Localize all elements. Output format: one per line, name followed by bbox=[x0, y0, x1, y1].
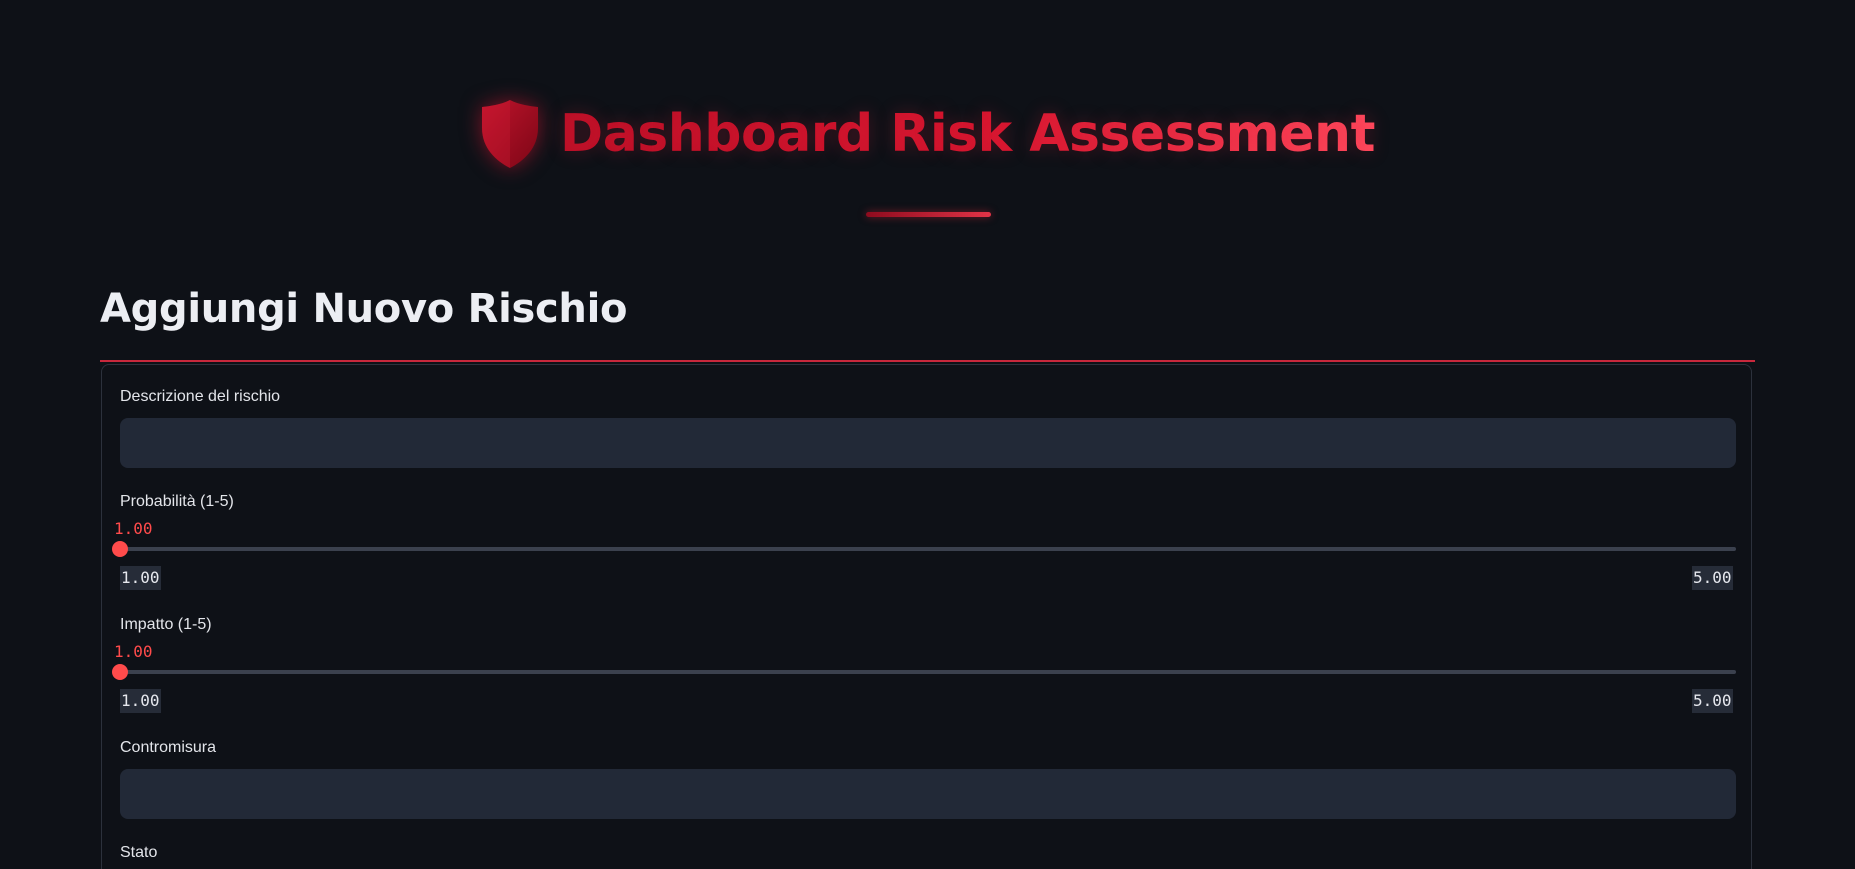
page-header: Dashboard Risk Assessment bbox=[0, 98, 1855, 170]
probability-label: Probabilità (1-5) bbox=[120, 493, 234, 510]
countermeasure-input[interactable] bbox=[120, 769, 1736, 819]
title-underline bbox=[866, 212, 991, 217]
probability-slider[interactable] bbox=[112, 541, 1736, 557]
section-divider bbox=[100, 360, 1755, 362]
impact-max-label: 5.00 bbox=[1692, 689, 1733, 713]
impact-slider-thumb[interactable] bbox=[112, 664, 128, 680]
status-label: Stato bbox=[120, 844, 158, 861]
probability-max-label: 5.00 bbox=[1692, 566, 1733, 590]
impact-current-value: 1.00 bbox=[114, 642, 153, 661]
impact-slider[interactable] bbox=[112, 664, 1736, 680]
probability-current-value: 1.00 bbox=[114, 519, 153, 538]
app-page: Dashboard Risk Assessment Aggiungi Nuovo… bbox=[0, 0, 1855, 869]
probability-min-label: 1.00 bbox=[120, 566, 161, 590]
description-input[interactable] bbox=[120, 418, 1736, 468]
impact-min-label: 1.00 bbox=[120, 689, 161, 713]
description-label: Descrizione del rischio bbox=[120, 388, 281, 405]
shield-icon bbox=[482, 100, 539, 168]
probability-slider-thumb[interactable] bbox=[112, 541, 128, 557]
impact-label: Impatto (1-5) bbox=[120, 616, 212, 633]
countermeasure-label: Contromisura bbox=[120, 739, 217, 756]
section-title: Aggiungi Nuovo Rischio bbox=[100, 286, 628, 332]
page-title: Dashboard Risk Assessment bbox=[560, 104, 1375, 164]
